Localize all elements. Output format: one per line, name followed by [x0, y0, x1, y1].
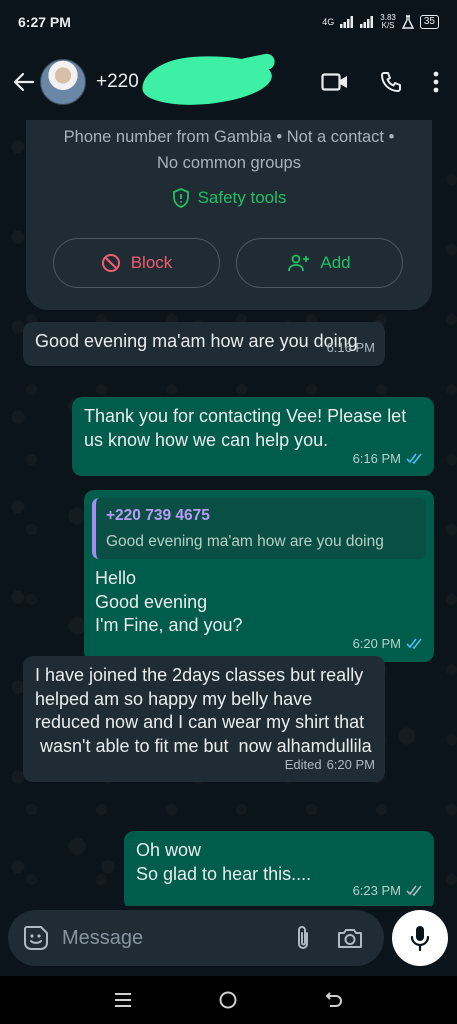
camera-icon [338, 929, 362, 948]
composer-actions [294, 924, 370, 952]
message-meta: 6:20 PM [353, 632, 424, 656]
message-body: Hello Good evening I'm Fine, and you? [92, 567, 426, 638]
read-ticks-icon [406, 453, 424, 464]
back-button[interactable] [10, 68, 38, 96]
message-time: 6:20 PM [352, 636, 401, 651]
status-bar: 6:27 PM 4G 3.83 K/S 35 [0, 0, 457, 44]
block-icon [101, 254, 120, 272]
edited-label: Edited [284, 756, 322, 772]
message-bubble-outgoing[interactable]: +220 739 4675 Good evening ma'am how are… [84, 490, 434, 662]
back-arrow-icon [13, 72, 35, 92]
contact-info-card: Phone number from Gambia • Not a contact… [26, 120, 432, 310]
safety-tools-label: Safety tools [197, 188, 287, 207]
message-input[interactable]: Message [62, 927, 294, 950]
message-text: Thank you for contacting Vee! Please let… [84, 406, 407, 450]
chat-area[interactable]: Phone number from Gambia • Not a contact… [0, 120, 457, 906]
contact-avatar[interactable] [40, 59, 86, 105]
message-meta: 6:23 PM [353, 879, 424, 903]
message-line: I have joined the 2days classes but real… [35, 665, 365, 732]
signal-icon [340, 16, 354, 28]
status-icons: 4G 3.83 K/S 35 [322, 14, 439, 30]
sticker-button[interactable] [22, 924, 50, 952]
more-options-icon [433, 71, 439, 93]
video-call-icon [321, 73, 347, 91]
quoted-sender: +220 739 4675 [106, 507, 210, 524]
card-buttons: Block Add [53, 238, 403, 288]
message-bubble-incoming[interactable]: Good evening ma'am how are you doing 6:1… [23, 322, 385, 366]
add-person-icon [288, 254, 310, 272]
chat-header: +220 [0, 44, 457, 120]
attach-button[interactable] [294, 924, 312, 952]
quoted-message[interactable]: +220 739 4675 Good evening ma'am how are… [92, 498, 426, 559]
message-bubble-outgoing[interactable]: Thank you for contacting Vee! Please let… [72, 397, 434, 476]
message-time: 6:23 PM [352, 882, 401, 898]
safety-tools-link[interactable]: Safety tools [26, 188, 432, 208]
redaction-scribble [140, 51, 274, 109]
message-meta: 6:16 PM [327, 336, 375, 360]
message-meta: Edited 6:20 PM [285, 753, 375, 777]
signal-icon-2 [360, 16, 374, 28]
message-line: Hello [95, 568, 137, 588]
system-nav-bar [0, 976, 457, 1024]
sticker-icon [24, 926, 48, 950]
shield-icon [172, 188, 189, 208]
battery-indicator: 35 [419, 15, 439, 29]
home-circle-icon [219, 991, 237, 1009]
block-label: Block [130, 253, 173, 272]
add-label: Add [320, 253, 351, 272]
block-button[interactable]: Block [53, 238, 220, 288]
home-button[interactable] [218, 990, 238, 1010]
contact-info-text: Phone number from Gambia • Not a contact… [63, 128, 395, 172]
message-bubble-outgoing[interactable]: Oh wow So glad to hear this.... 6:23 PM [124, 831, 434, 906]
paperclip-icon [298, 926, 308, 949]
contact-name[interactable]: +220 [96, 71, 139, 93]
message-bubble-incoming[interactable]: I have joined the 2days classes but real… [23, 656, 385, 782]
quoted-text: Good evening ma'am how are you doing [106, 532, 384, 550]
back-nav-icon [325, 992, 343, 1007]
voice-message-button[interactable] [392, 910, 448, 966]
network-type: 4G [322, 17, 335, 27]
message-composer: Message [8, 910, 384, 966]
more-options-button[interactable] [433, 71, 439, 93]
message-line: Good evening [95, 591, 208, 612]
status-time: 6:27 PM [18, 14, 71, 30]
recent-apps-button[interactable] [113, 991, 133, 1009]
menu-icon [114, 993, 131, 1007]
voice-call-icon [381, 72, 401, 92]
flask-icon [401, 15, 414, 29]
video-call-button[interactable] [321, 72, 349, 92]
microphone-icon [410, 926, 430, 951]
message-time: 6:20 PM [326, 756, 375, 772]
message-line: Oh wow [136, 840, 202, 860]
network-speed: 3.83 K/S [380, 13, 396, 30]
camera-button[interactable] [336, 926, 364, 950]
message-meta: 6:16 PM [353, 447, 424, 471]
header-actions [321, 70, 447, 94]
read-ticks-icon [406, 638, 424, 650]
message-time: 6:16 PM [326, 340, 375, 355]
message-time: 6:16 PM [352, 450, 401, 466]
add-contact-button[interactable]: Add [236, 238, 403, 288]
message-text: Good evening ma'am how are you doing [35, 331, 358, 351]
voice-call-button[interactable] [379, 70, 403, 94]
back-nav-button[interactable] [324, 990, 344, 1010]
delivered-ticks-icon [406, 885, 424, 896]
